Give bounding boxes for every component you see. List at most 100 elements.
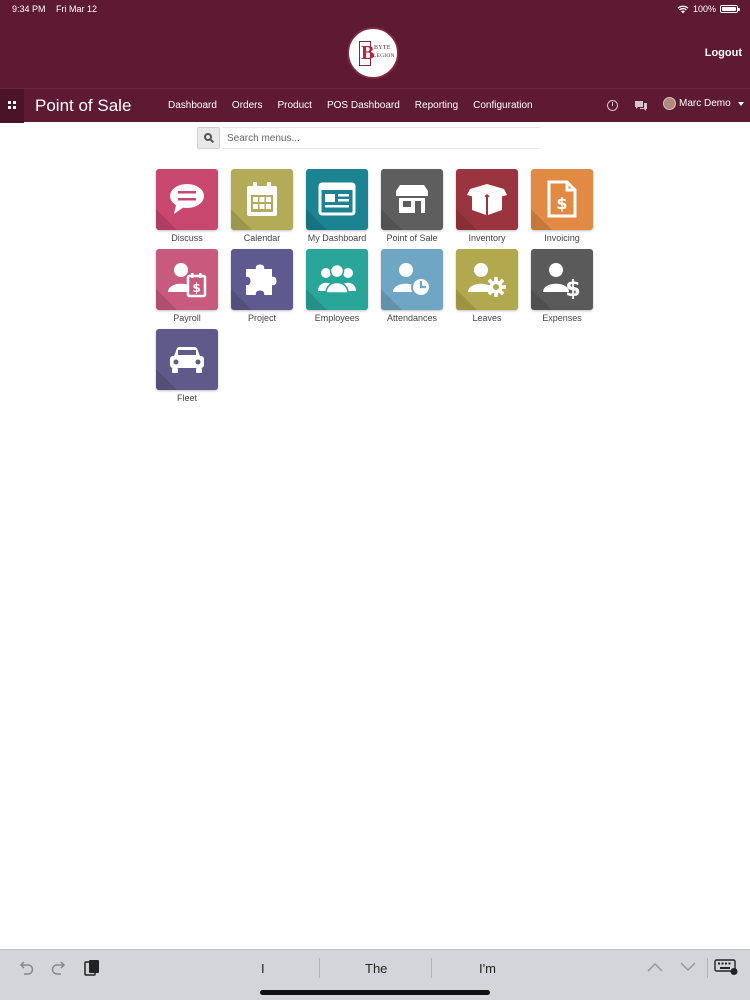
suggestion-1[interactable]: I — [261, 961, 265, 976]
app-label: Fleet — [176, 393, 197, 403]
app-tile[interactable] — [456, 249, 518, 310]
battery-icon — [720, 5, 740, 13]
logo-text-line1: BYTE — [374, 45, 391, 51]
messages-icon[interactable] — [634, 100, 648, 112]
menu-reporting[interactable]: Reporting — [415, 100, 458, 111]
app-tile[interactable] — [456, 169, 518, 230]
menu-dashboard[interactable]: Dashboard — [168, 100, 217, 111]
app-fleet[interactable]: Fleet — [156, 329, 218, 403]
app-my-dashboard[interactable]: My Dashboard — [306, 169, 368, 243]
app-tile[interactable] — [231, 169, 293, 230]
menu-search — [197, 127, 540, 150]
logo-text-line2: LEGION — [373, 53, 395, 59]
search-input[interactable] — [223, 127, 540, 149]
app-label: Employees — [314, 313, 360, 323]
app-discuss[interactable]: Discuss — [156, 169, 218, 243]
app-label: My Dashboard — [307, 233, 367, 243]
app-tile[interactable] — [306, 169, 368, 230]
box-icon — [467, 184, 507, 215]
app-label: Calendar — [243, 233, 281, 243]
app-invoicing[interactable]: $ Invoicing — [531, 169, 593, 243]
suggestion-divider — [319, 958, 320, 978]
status-date: Fri Mar 12 — [56, 4, 98, 14]
user-menu[interactable]: Marc Demo — [663, 97, 744, 110]
apps-menu-button[interactable] — [0, 89, 24, 123]
chevron-up-icon[interactable] — [647, 962, 663, 972]
main-navbar: Point of Sale Dashboard Orders Product P… — [0, 88, 750, 123]
app-tile[interactable] — [306, 249, 368, 310]
home-indicator[interactable] — [260, 990, 490, 995]
app-tile[interactable]: $ — [531, 169, 593, 230]
app-tile[interactable] — [381, 249, 443, 310]
systray — [607, 99, 647, 113]
chevron-down-icon[interactable] — [680, 962, 696, 972]
keyboard-dismiss-icon[interactable] — [714, 959, 738, 975]
app-label: Inventory — [468, 233, 506, 243]
app-attendances[interactable]: Attendances — [381, 249, 443, 323]
top-menu: Dashboard Orders Product POS Dashboard R… — [168, 100, 548, 111]
app-point-of-sale[interactable]: Point of Sale — [381, 169, 443, 243]
app-leaves[interactable]: Leaves — [456, 249, 518, 323]
user-gear-icon — [468, 263, 506, 297]
store-icon — [396, 185, 428, 213]
puzzle-icon — [246, 264, 277, 295]
speech-bubble-icon — [170, 184, 204, 214]
app-expenses[interactable]: $ Expenses — [531, 249, 593, 323]
chevron-down-icon — [737, 101, 744, 106]
wifi-icon — [677, 5, 689, 13]
activity-clock-icon[interactable] — [607, 100, 618, 111]
user-name: Marc Demo — [679, 98, 731, 109]
menu-configuration[interactable]: Configuration — [473, 100, 532, 111]
status-right: 100% — [677, 4, 740, 14]
calendar-icon — [247, 182, 277, 216]
app-calendar[interactable]: Calendar — [231, 169, 293, 243]
app-label: Payroll — [173, 313, 201, 323]
user-dollar-icon: $ — [543, 263, 581, 299]
suggestion-3[interactable]: I'm — [479, 961, 496, 976]
logout-link[interactable]: Logout — [705, 47, 742, 59]
invoice-icon: $ — [547, 180, 577, 218]
app-tile[interactable] — [156, 329, 218, 390]
app-label: Leaves — [472, 313, 502, 323]
status-bar: 9:34 PM Fri Mar 12 100% — [12, 4, 740, 16]
redo-icon[interactable] — [51, 961, 67, 975]
app-label: Project — [247, 313, 276, 323]
grid-icon — [8, 101, 16, 109]
status-time: 9:34 PM — [12, 4, 46, 14]
company-logo: B BYTE LEGION — [347, 27, 399, 79]
svg-text:$: $ — [556, 194, 567, 213]
battery-percent: 100% — [692, 4, 716, 14]
app-tile[interactable] — [231, 249, 293, 310]
payroll-icon: $ — [168, 263, 207, 298]
app-tile[interactable]: $ — [531, 249, 593, 310]
user-clock-icon — [393, 263, 431, 297]
app-title: Point of Sale — [35, 96, 132, 115]
app-employees[interactable]: Employees — [306, 249, 368, 323]
car-icon — [170, 347, 204, 373]
search-icon-handle — [209, 138, 215, 144]
app-label: Attendances — [386, 313, 438, 323]
paste-icon[interactable] — [84, 959, 100, 977]
svg-text:$: $ — [565, 277, 580, 299]
menu-product[interactable]: Product — [277, 100, 311, 111]
app-tile[interactable] — [156, 169, 218, 230]
suggestion-divider — [431, 958, 432, 978]
dashboard-icon — [318, 182, 356, 216]
app-payroll[interactable]: $ Payroll — [156, 249, 218, 323]
app-project[interactable]: Project — [231, 249, 293, 323]
app-label: Discuss — [171, 233, 203, 243]
menu-pos-dashboard[interactable]: POS Dashboard — [327, 100, 400, 111]
avatar — [663, 97, 676, 110]
suggestion-2[interactable]: The — [365, 961, 387, 976]
menu-orders[interactable]: Orders — [232, 100, 263, 111]
app-tile[interactable] — [381, 169, 443, 230]
search-button[interactable] — [197, 127, 220, 149]
toolbar-divider — [707, 958, 708, 978]
app-label: Invoicing — [544, 233, 580, 243]
group-icon — [318, 263, 356, 294]
undo-icon[interactable] — [18, 961, 34, 975]
top-banner: 9:34 PM Fri Mar 12 100% B BYTE LEGION Lo… — [0, 0, 750, 88]
app-tile[interactable]: $ — [156, 249, 218, 310]
app-inventory[interactable]: Inventory — [456, 169, 518, 243]
app-label: Expenses — [542, 313, 582, 323]
